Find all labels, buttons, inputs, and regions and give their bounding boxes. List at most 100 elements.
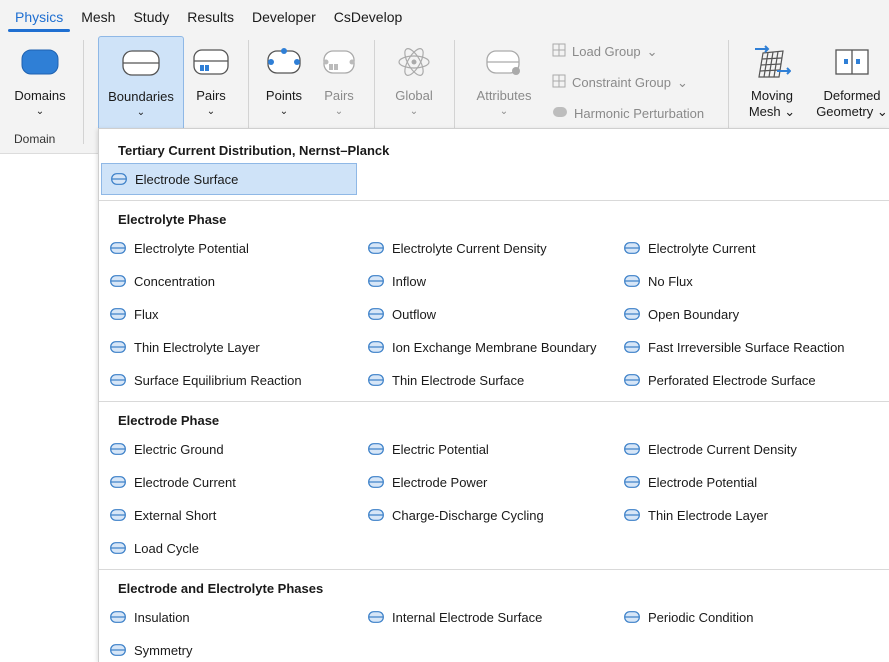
boundary-condition-item[interactable]: No Flux [615,265,693,297]
boundary-icon [624,476,640,488]
tab-physics[interactable]: Physics [6,9,72,32]
domains-button[interactable]: Domains ⌄ [4,36,76,128]
boundary-condition-item[interactable]: Electrolyte Current [615,232,756,264]
boundary-condition-item[interactable]: Electrolyte Current Density [359,232,547,264]
boundary-condition-item[interactable]: Periodic Condition [615,601,754,633]
deformed-geometry-icon [834,40,870,84]
section-divider [99,200,889,201]
chevron-down-icon: ⌄ [279,106,289,117]
boundary-condition-item[interactable]: Thin Electrode Layer [615,499,768,531]
boundary-condition-item[interactable]: Inflow [359,265,426,297]
boundaries-button[interactable]: Boundaries ⌄ [98,36,184,132]
boundary-condition-item[interactable]: Electrode Current Density [615,433,797,465]
item-label: Inflow [392,273,426,289]
tab-results[interactable]: Results [178,9,243,32]
tab-developer[interactable]: Developer [243,9,325,32]
item-label: Ion Exchange Membrane Boundary [392,339,597,355]
boundary-icon [110,341,126,353]
load-group-button[interactable]: Load Group ⌄ [552,43,658,60]
boundary-icon [110,443,126,455]
item-label: Charge-Discharge Cycling [392,507,544,523]
section-heading: Electrolyte Phase [118,212,227,227]
tab-mesh[interactable]: Mesh [72,9,124,32]
item-label: Fast Irreversible Surface Reaction [648,339,845,355]
boundary-condition-item[interactable]: Thin Electrolyte Layer [101,331,260,363]
item-label: Surface Equilibrium Reaction [134,372,302,388]
boundary-condition-item[interactable]: Electric Potential [359,433,489,465]
global-button[interactable]: Global ⌄ [386,36,442,128]
chevron-down-icon: ⌄ [136,107,146,118]
boundary-condition-item[interactable]: Perforated Electrode Surface [615,364,816,396]
boundary-icon [624,443,640,455]
boundary-icon [368,275,384,287]
item-label: External Short [134,507,217,523]
item-label: Outflow [392,306,437,322]
boundary-condition-item[interactable]: Electrode Power [359,466,487,498]
section-heading: Tertiary Current Distribution, Nernst–Pl… [118,143,390,158]
app-window: Physics Mesh Study Results Developer CsD… [0,0,889,662]
item-label: Electrode Power [392,474,488,490]
item-label: Symmetry [134,642,193,658]
chevron-down-icon: ⌄ [409,106,419,117]
chevron-down-icon: ⌄ [677,74,688,90]
boundary-condition-item[interactable]: Load Cycle [101,532,199,564]
boundary-condition-item[interactable]: Internal Electrode Surface [359,601,542,633]
item-label: Electrode Current [134,474,236,490]
boundary-icon [110,611,126,623]
item-label: Electrolyte Potential [134,240,249,256]
item-label: Electrode Surface [135,171,239,187]
load-group-icon [552,43,566,60]
boundary-icon [110,308,126,320]
boundary-condition-item[interactable]: External Short [101,499,216,531]
boundary-condition-item[interactable]: Ion Exchange Membrane Boundary [359,331,597,363]
boundary-icon [110,242,126,254]
tab-csdevelop[interactable]: CsDevelop [325,9,411,32]
item-label: Thin Electrode Layer [648,507,768,523]
tab-study[interactable]: Study [124,9,178,32]
boundary-condition-item[interactable]: Open Boundary [615,298,739,330]
deformed-geometry-button[interactable]: Deformed Geometry ⌄ [812,36,889,128]
points-button[interactable]: Points ⌄ [260,36,308,128]
chevron-down-icon: ⌄ [876,104,888,119]
boundary-condition-item[interactable]: Electrode Potential [615,466,757,498]
item-label: Concentration [134,273,215,289]
boundary-condition-item[interactable]: Thin Electrode Surface [359,364,524,396]
boundary-pairs-button[interactable]: Pairs ⌄ [188,36,234,128]
boundary-condition-item[interactable]: Outflow [359,298,436,330]
item-label: Insulation [134,609,190,625]
boundary-icon [122,41,160,85]
item-label: No Flux [648,273,693,289]
boundary-icon [368,308,384,320]
attributes-button[interactable]: Attributes ⌄ [466,36,542,128]
boundary-condition-item[interactable]: Surface Equilibrium Reaction [101,364,302,396]
boundary-condition-item[interactable]: Electrolyte Potential [101,232,249,264]
boundary-condition-item[interactable]: Symmetry [101,634,193,662]
boundary-icon [368,476,384,488]
group-label-domain: Domain [14,132,56,146]
chevron-down-icon: ⌄ [334,106,344,117]
ribbon-separator [83,40,84,144]
boundary-condition-item[interactable]: Charge-Discharge Cycling [359,499,544,531]
constraint-group-button[interactable]: Constraint Group ⌄ [552,74,688,91]
point-pairs-button[interactable]: Pairs ⌄ [316,36,362,128]
item-label: Flux [134,306,159,322]
boundary-condition-item[interactable]: Fast Irreversible Surface Reaction [615,331,845,363]
item-label: Thin Electrolyte Layer [134,339,260,355]
boundary-icon [368,374,384,386]
boundary-icon [110,476,126,488]
section-divider [99,569,889,570]
harmonic-perturbation-button[interactable]: Harmonic Perturbation [552,106,704,121]
point-pairs-icon [321,40,357,84]
item-label: Electric Ground [134,441,224,457]
item-label: Open Boundary [648,306,740,322]
boundary-condition-item[interactable]: Electric Ground [101,433,224,465]
boundary-condition-item[interactable]: Electrode Current [101,466,236,498]
item-label: Electrolyte Current [648,240,756,256]
moving-mesh-button[interactable]: Moving Mesh ⌄ [740,36,804,128]
boundary-condition-item[interactable]: Insulation [101,601,190,633]
boundary-condition-item[interactable]: Flux [101,298,159,330]
boundary-condition-item[interactable]: Concentration [101,265,215,297]
boundary-icon [110,542,126,554]
section-heading: Electrode and Electrolyte Phases [118,581,324,596]
boundary-condition-item[interactable]: Electrode Surface [101,163,357,195]
